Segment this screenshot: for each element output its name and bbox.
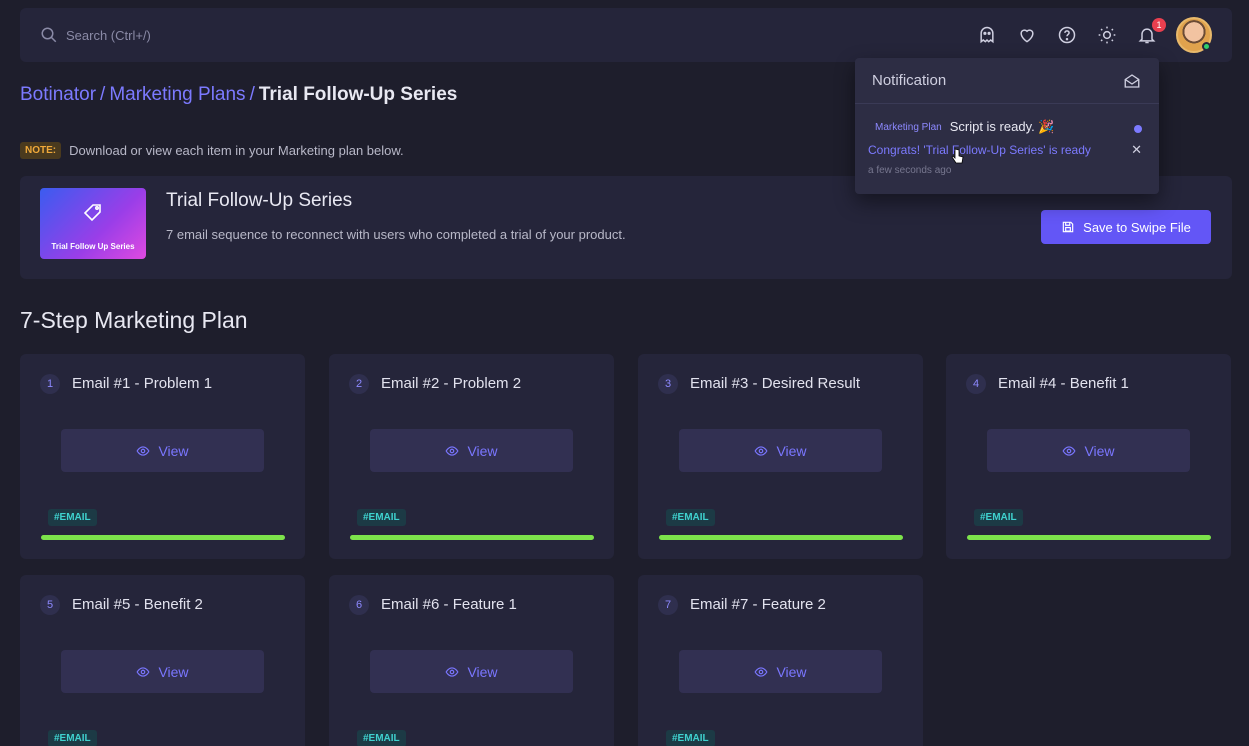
heart-icon[interactable] [1016,24,1038,46]
eye-icon [1062,444,1076,458]
view-button[interactable]: View [679,429,882,472]
save-button-label: Save to Swipe File [1083,219,1191,235]
step-title: Email #6 - Feature 1 [381,596,517,613]
step-title: Email #5 - Benefit 2 [72,596,203,613]
eye-icon [754,444,768,458]
progress-bar [659,535,903,540]
view-button-label: View [467,442,498,459]
bell-icon[interactable]: 1 [1136,18,1166,46]
notification-title: Notification [872,72,947,89]
view-button-label: View [158,442,189,459]
online-status-dot [1202,42,1211,51]
step-number: 2 [349,374,369,394]
email-tag: #EMAIL [48,509,97,526]
notification-dropdown: Notification Marketing Plan Script is re… [855,58,1159,194]
mark-read-envelope-icon[interactable] [1123,72,1141,90]
plan-thumbnail: Trial Follow Up Series [40,188,146,259]
step-number: 6 [349,595,369,615]
header-icons: 1 [976,17,1212,53]
user-avatar[interactable] [1176,17,1212,53]
price-tag-icon [83,204,101,222]
step-title: Email #4 - Benefit 1 [998,375,1129,392]
notification-item-header: Marketing Plan Script is ready. 🎉 [875,119,1055,135]
view-button[interactable]: View [61,429,264,472]
notification-category: Marketing Plan [875,121,942,133]
notification-time: a few seconds ago [868,165,952,176]
note-tag: NOTE: [20,142,62,159]
step-card: 1 Email #1 - Problem 1 View #EMAIL [20,354,305,559]
step-card: 6 Email #6 - Feature 1 View #EMAIL [329,575,614,746]
page-title: Trial Follow-Up Series [258,84,458,105]
step-number: 7 [658,595,678,615]
progress-bar [350,535,594,540]
view-button[interactable]: View [61,650,264,693]
view-button-label: View [776,663,807,680]
save-icon [1062,221,1074,233]
plan-title: Trial Follow-Up Series [166,190,353,211]
unread-dot [1134,125,1142,133]
mouse-cursor-icon [951,148,964,164]
view-button-label: View [776,442,807,459]
step-number: 4 [966,374,986,394]
eye-icon [754,665,768,679]
notification-header: Notification [855,58,1159,104]
eye-icon [445,665,459,679]
step-card: 2 Email #2 - Problem 2 View #EMAIL [329,354,614,559]
view-button-label: View [467,663,498,680]
email-tag: #EMAIL [666,509,715,526]
sun-icon[interactable] [1096,24,1118,46]
save-to-swipe-file-button[interactable]: Save to Swipe File [1041,210,1211,244]
email-tag: #EMAIL [666,730,715,746]
breadcrumb-marketing-plans[interactable]: Marketing Plans [109,84,245,105]
note-text: Download or view each item in your Marke… [69,143,404,158]
step-card: 5 Email #5 - Benefit 2 View #EMAIL [20,575,305,746]
breadcrumb-botinator[interactable]: Botinator [20,84,96,105]
eye-icon [136,665,150,679]
search-box[interactable]: Search (Ctrl+/) [40,26,151,44]
step-title: Email #2 - Problem 2 [381,375,522,392]
section-title: 7-Step Marketing Plan [20,307,248,333]
view-button-label: View [1084,442,1115,459]
email-tag: #EMAIL [48,730,97,746]
email-tag: #EMAIL [357,509,406,526]
eye-icon [136,444,150,458]
view-button[interactable]: View [987,429,1190,472]
view-button[interactable]: View [370,429,573,472]
note-banner: NOTE: Download or view each item in your… [20,142,404,159]
step-title: Email #3 - Desired Result [690,375,861,392]
breadcrumb-separator: / [249,84,255,105]
step-card: 3 Email #3 - Desired Result View #EMAIL [638,354,923,559]
step-card: 7 Email #7 - Feature 2 View #EMAIL [638,575,923,746]
ghost-icon[interactable] [976,24,998,46]
notification-count-badge: 1 [1152,18,1166,32]
email-tag: #EMAIL [357,730,406,746]
notification-headline: Script is ready. 🎉 [949,119,1055,134]
help-icon[interactable] [1056,24,1078,46]
search-placeholder[interactable]: Search (Ctrl+/) [66,28,151,43]
eye-icon [445,444,459,458]
dismiss-notification-button[interactable]: ✕ [1131,142,1142,158]
search-icon [41,27,57,43]
progress-bar [41,535,285,540]
step-card: 4 Email #4 - Benefit 1 View #EMAIL [946,354,1231,559]
step-number: 1 [40,374,60,394]
step-number: 5 [40,595,60,615]
step-title: Email #1 - Problem 1 [72,375,213,392]
email-tag: #EMAIL [974,509,1023,526]
view-button[interactable]: View [370,650,573,693]
progress-bar [967,535,1211,540]
notification-message[interactable]: Congrats! 'Trial Follow-Up Series' is re… [868,143,1091,157]
step-number: 3 [658,374,678,394]
plan-description: 7 email sequence to reconnect with users… [166,227,626,242]
top-bar: Search (Ctrl+/) 1 [20,8,1232,62]
breadcrumb: Botinator / Marketing Plans / Trial Follow-U… [20,84,457,106]
view-button-label: View [158,663,189,680]
thumbnail-text: Trial Follow Up Series [51,242,135,252]
step-title: Email #7 - Feature 2 [690,596,826,613]
view-button[interactable]: View [679,650,882,693]
breadcrumb-separator: / [100,84,106,105]
